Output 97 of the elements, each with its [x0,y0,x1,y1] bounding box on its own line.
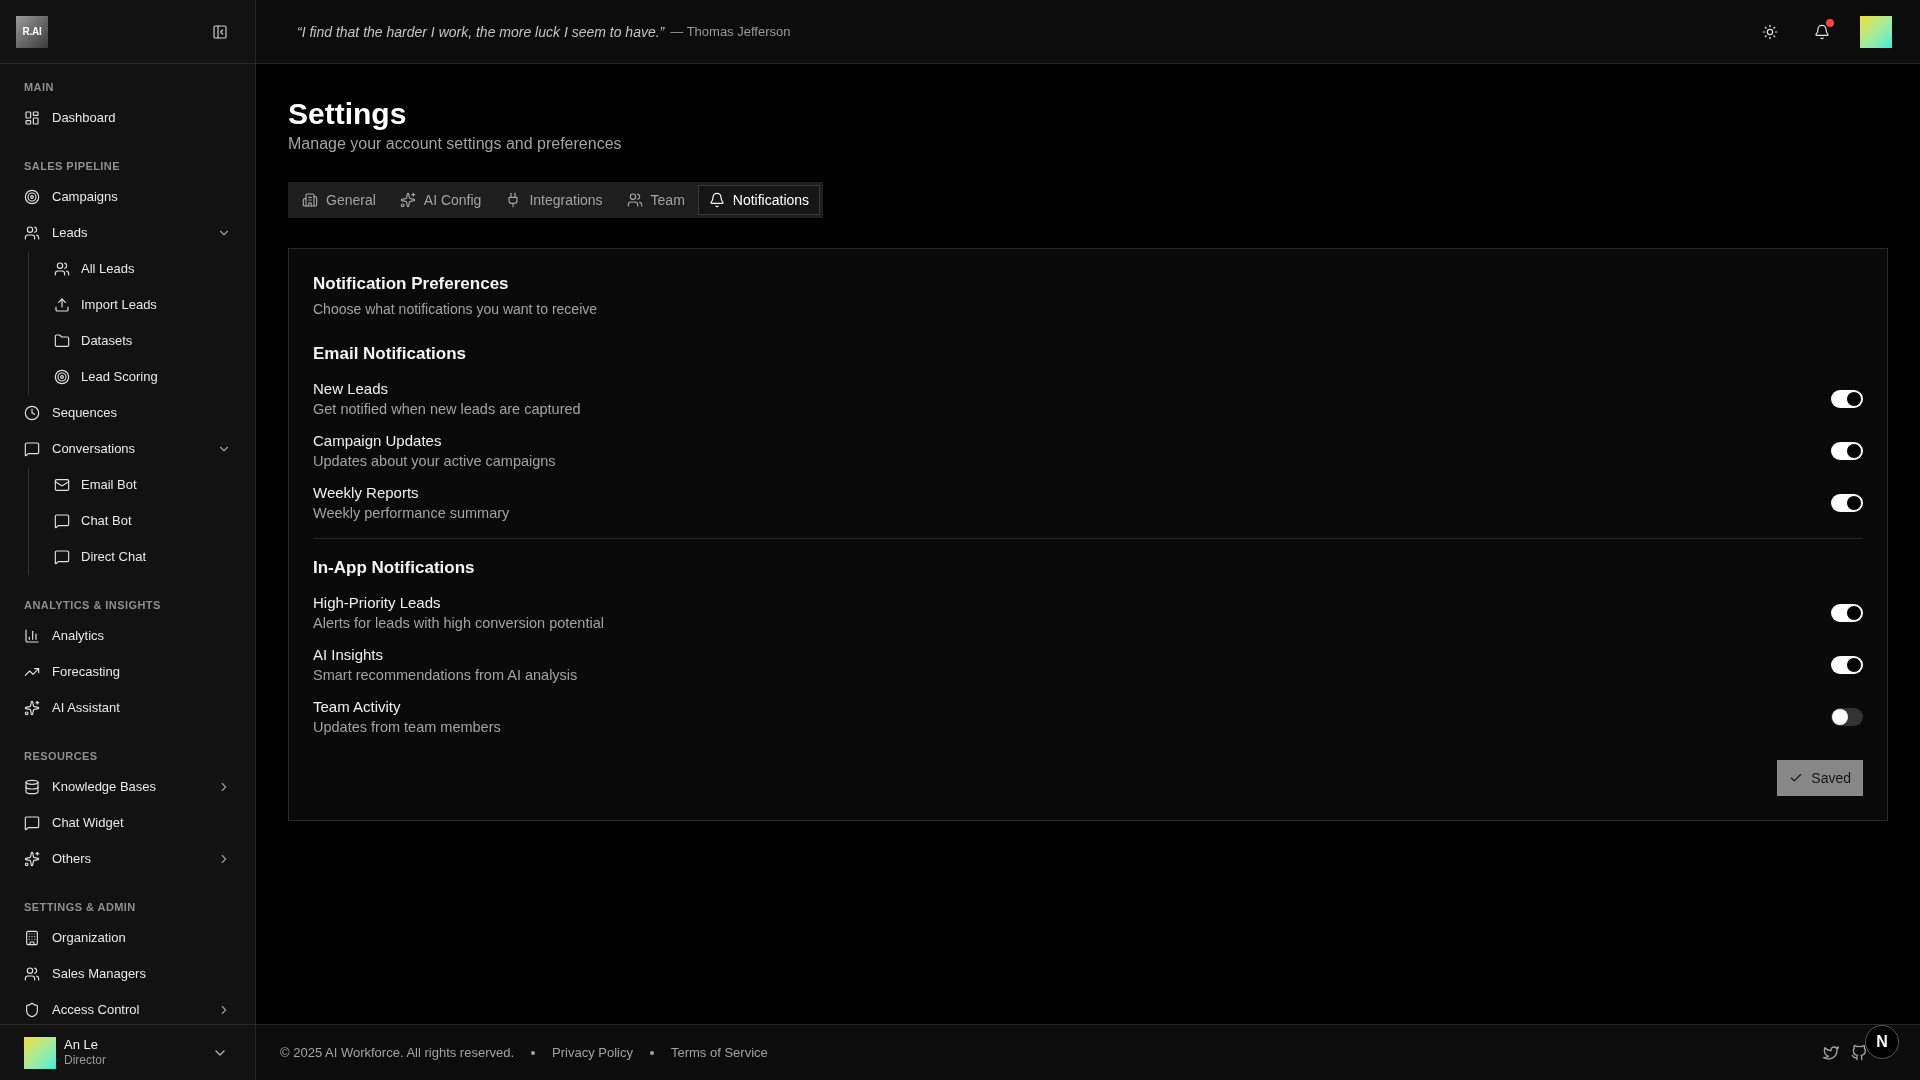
option-title: Team Activity [313,697,402,717]
user-role: Director [64,1053,106,1069]
sun-icon [1762,23,1778,40]
sidebar-item[interactable]: Leads [0,215,255,251]
toggle-switch[interactable] [1831,604,1863,622]
sidebar-item[interactable]: Others [0,841,255,877]
sparkle-icon [24,700,40,716]
building-icon [302,192,318,208]
footer-link[interactable]: Terms of Service [671,1042,768,1063]
database-icon [24,779,40,795]
section-label: ANALYTICS & INSIGHTS [23,597,162,613]
option-description: Smart recommendations from AI analysis [313,666,578,685]
clock-icon [24,405,40,421]
sidebar-subitem[interactable]: Import Leads [29,287,255,323]
toggle-switch[interactable] [1831,656,1863,674]
sidebar-item[interactable]: Forecasting [0,654,255,690]
sidebar-subitem[interactable]: Email Bot [29,467,255,503]
toggle-switch[interactable] [1831,442,1863,460]
people-icon [54,261,70,277]
option-description: Updates from team members [313,718,501,737]
sidebar-subitem[interactable]: Direct Chat [29,539,255,575]
option-description: Alerts for leads with high conversion potential [313,614,604,633]
quote-author: — Thomas Jefferson [670,22,791,41]
target-icon [54,369,70,385]
user-avatar[interactable] [1860,15,1892,48]
section-heading: In-App Notifications [313,557,476,579]
option-title: New Leads [313,379,390,399]
check-icon [1789,771,1804,785]
folder-icon [54,333,70,349]
section-label: SETTINGS & ADMIN [23,899,137,915]
sidebar-item[interactable]: Dashboard [0,100,255,136]
footer-link[interactable]: Privacy Policy [552,1042,633,1063]
panel-collapse-icon [212,23,228,40]
sidebar-item[interactable]: Sequences [0,395,255,431]
sidebar-subitem[interactable]: All Leads [29,251,255,287]
section-heading: Email Notifications [313,343,468,365]
option-description: Get notified when new leads are captured [313,400,581,419]
sidebar-item[interactable]: Knowledge Bases [0,769,255,805]
option-description: Updates about your active campaigns [313,452,556,471]
chat-bubble-icon [54,513,70,529]
tab[interactable]: AI Config [388,185,493,215]
logo[interactable]: R.AI [16,15,48,48]
toggle-switch[interactable] [1831,390,1863,408]
toggle-switch[interactable] [1831,708,1863,726]
cat-logo-icon[interactable] [1851,1044,1867,1061]
building-icon [24,930,40,946]
bird-icon[interactable] [1823,1044,1839,1061]
sparkle-icon [24,851,40,867]
tab[interactable]: General [291,185,387,215]
sidebar-item[interactable]: Campaigns [0,179,255,215]
bar-chart-icon [24,628,40,644]
sidebar-item[interactable]: Chat Widget [0,805,255,841]
section-label: SALES PIPELINE [23,158,121,174]
copyright-text: © 2025 AI Workforce. All rights reserved. [280,1043,515,1062]
card-title: Notification Preferences [313,273,510,295]
shield-icon [24,1002,40,1018]
chat-bubble-icon [54,549,70,565]
quote-text: “I find that the harder I work, the more luck I seem to have.” [297,22,665,42]
user-avatar [24,1036,56,1069]
bullet-icon [650,1050,654,1055]
tab[interactable]: Integrations [494,185,614,215]
sparkle-icon [399,192,416,208]
page-title: Settings [288,96,408,132]
page-subtitle: Manage your account settings and preferences [288,134,623,154]
sidebar-item[interactable]: Sales Managers [0,956,255,992]
tab[interactable]: Notifications [697,185,821,215]
grid-icon [24,110,40,126]
people-icon [24,966,40,982]
section-label: RESOURCES [23,748,99,764]
user-name: An Le [64,1036,99,1054]
people-icon [626,192,643,208]
sidebar-subitem[interactable]: Datasets [29,323,255,359]
sidebar-item[interactable]: Access Control [0,992,255,1024]
option-description: Weekly performance summary [313,504,510,523]
target-icon [24,189,40,205]
upload-icon [54,297,70,313]
chat-bubble-icon [24,815,40,831]
sidebar-item[interactable]: Conversations [0,431,255,467]
sidebar-item[interactable]: Organization [0,920,255,956]
bell-icon [708,192,725,208]
bullet-icon [531,1050,536,1055]
option-title: High-Priority Leads [313,593,442,613]
option-title: AI Insights [313,645,385,665]
sidebar-item[interactable]: AI Assistant [0,690,255,726]
option-title: Campaign Updates [313,431,443,451]
people-icon [24,225,40,241]
option-title: Weekly Reports [313,483,420,503]
sidebar-subitem[interactable]: Chat Bot [29,503,255,539]
chat-bubble-icon [24,441,40,457]
envelope-icon [54,477,70,493]
section-label: MAIN [23,79,55,95]
bell-icon [1814,23,1830,40]
sidebar-item[interactable]: Analytics [0,618,255,654]
tab[interactable]: Team [615,185,696,215]
sidebar-subitem[interactable]: Lead Scoring [29,359,255,395]
toggle-switch[interactable] [1831,494,1863,512]
card-subtitle: Choose what notifications you want to receive [313,300,599,319]
